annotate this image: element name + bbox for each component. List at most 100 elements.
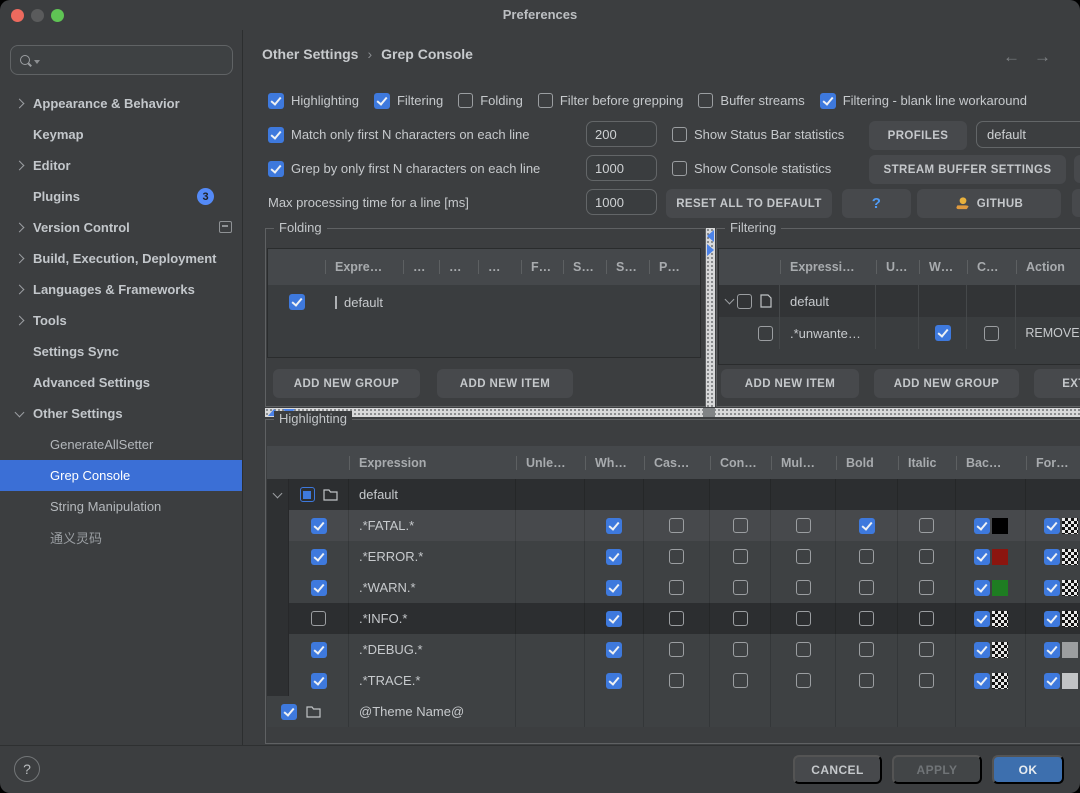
checkbox-buffer-streams[interactable]: Buffer streams <box>698 87 804 114</box>
checkbox-icon[interactable] <box>733 580 748 595</box>
checkbox-folding[interactable]: Folding <box>458 87 523 114</box>
sidebar-item-build-execution-deployment[interactable]: Build, Execution, Deployment <box>0 243 242 274</box>
background-color-swatch[interactable] <box>992 549 1008 565</box>
checkbox-icon[interactable] <box>919 611 934 626</box>
checkbox-filtering-blank-line-workaround[interactable]: Filtering - blank line workaround <box>820 87 1027 114</box>
checkbox-icon[interactable] <box>919 580 934 595</box>
max-processing-time-input[interactable]: 1000 <box>586 189 657 215</box>
sidebar-item-generateallsetter[interactable]: GenerateAllSetter <box>0 429 242 460</box>
checkbox-icon[interactable] <box>606 673 622 689</box>
checkbox-icon[interactable] <box>1044 549 1060 565</box>
checkbox-icon[interactable] <box>1044 611 1060 627</box>
checkbox-icon[interactable] <box>1044 518 1060 534</box>
breadcrumb-section[interactable]: Other Settings <box>262 46 358 62</box>
collapse-left-icon[interactable] <box>707 230 714 242</box>
add-new-item-button[interactable]: ADD NEW ITEM <box>437 369 573 398</box>
checkbox-icon[interactable] <box>859 611 874 626</box>
checkbox-icon[interactable] <box>669 642 684 657</box>
checkbox-icon[interactable] <box>859 580 874 595</box>
sidebar-item-editor[interactable]: Editor <box>0 150 242 181</box>
background-color-swatch[interactable] <box>992 611 1008 627</box>
checkbox-icon[interactable] <box>281 704 297 720</box>
checkbox-icon[interactable] <box>669 580 684 595</box>
table-row-group-theme[interactable]: @Theme Name@ <box>267 696 1080 727</box>
foreground-color-swatch[interactable] <box>1062 611 1078 627</box>
checkbox-icon[interactable] <box>820 93 836 109</box>
checkbox-icon[interactable] <box>733 673 748 688</box>
checkbox-icon[interactable] <box>289 294 305 310</box>
foreground-color-swatch[interactable] <box>1062 549 1078 565</box>
reset-all-to-default-button[interactable]: RESET ALL TO DEFAULT <box>666 189 832 218</box>
chevron-right-icon[interactable] <box>15 254 25 264</box>
checkbox-icon[interactable] <box>458 93 473 108</box>
checkbox-icon[interactable] <box>672 127 687 142</box>
action-select[interactable]: REMOVE <box>1016 317 1080 349</box>
checkbox-match-first-n[interactable]: Match only first N characters on each li… <box>268 121 529 148</box>
checkbox-icon[interactable] <box>606 518 622 534</box>
checkbox-icon[interactable] <box>859 518 875 534</box>
checkbox-icon[interactable] <box>974 549 990 565</box>
match-first-n-input[interactable]: 200 <box>586 121 657 147</box>
checkbox-icon[interactable] <box>796 642 811 657</box>
add-new-group-button[interactable]: ADD NEW GROUP <box>874 369 1019 398</box>
stream-buffer-settings-button[interactable]: STREAM BUFFER SETTINGS <box>869 155 1066 184</box>
checkbox-icon[interactable] <box>1044 580 1060 596</box>
sidebar-item-advanced-settings[interactable]: Advanced Settings <box>0 367 242 398</box>
help-button[interactable]: ? <box>14 756 40 782</box>
profile-select[interactable]: default <box>976 121 1080 148</box>
grep-first-n-input[interactable]: 1000 <box>586 155 657 181</box>
chevron-down-icon[interactable] <box>725 295 735 305</box>
checkbox-icon[interactable] <box>669 518 684 533</box>
horizontal-splitter[interactable] <box>265 408 1080 417</box>
checkbox-icon[interactable] <box>974 673 990 689</box>
checkbox-icon[interactable] <box>669 549 684 564</box>
checkbox-icon[interactable] <box>758 326 773 341</box>
table-row[interactable]: .*FATAL.* <box>267 510 1080 541</box>
checkbox-icon[interactable] <box>974 642 990 658</box>
cancel-button[interactable]: CANCEL <box>793 755 882 784</box>
checkbox-icon[interactable] <box>311 611 326 626</box>
checkbox-filter-before-grepping[interactable]: Filter before grepping <box>538 87 684 114</box>
sidebar-item-keymap[interactable]: Keymap <box>0 119 242 150</box>
checkbox-icon[interactable] <box>672 161 687 176</box>
background-color-swatch[interactable] <box>992 580 1008 596</box>
truncated-button[interactable] <box>1074 155 1080 183</box>
checkbox-icon[interactable] <box>268 161 284 177</box>
checkbox-icon[interactable] <box>733 518 748 533</box>
checkbox-icon[interactable] <box>311 580 327 596</box>
checkbox-icon[interactable] <box>606 549 622 565</box>
foreground-color-swatch[interactable] <box>1062 642 1078 658</box>
extension-button[interactable]: EXT <box>1034 369 1080 398</box>
table-row-group-default[interactable]: default <box>267 479 1080 510</box>
checkbox-highlighting[interactable]: Highlighting <box>268 87 359 114</box>
checkbox-icon[interactable] <box>919 549 934 564</box>
sidebar-item-tools[interactable]: Tools <box>0 305 242 336</box>
checkbox-icon[interactable] <box>733 611 748 626</box>
foreground-color-swatch[interactable] <box>1062 673 1078 689</box>
chevron-right-icon[interactable] <box>15 285 25 295</box>
search-input[interactable] <box>10 45 233 75</box>
truncated-button[interactable] <box>1072 189 1080 217</box>
checkbox-icon[interactable] <box>974 580 990 596</box>
checkbox-icon[interactable] <box>733 642 748 657</box>
sidebar-item-string-manipulation[interactable]: String Manipulation <box>0 491 242 522</box>
sidebar-item-settings-sync[interactable]: Settings Sync <box>0 336 242 367</box>
checkbox-icon[interactable] <box>538 93 553 108</box>
sidebar-item-other-settings[interactable]: Other Settings <box>0 398 242 429</box>
foreground-color-swatch[interactable] <box>1062 580 1078 596</box>
table-row[interactable]: .*DEBUG.* <box>267 634 1080 665</box>
ok-button[interactable]: OK <box>992 755 1064 784</box>
chevron-down-icon[interactable] <box>15 407 25 417</box>
checkbox-filtering[interactable]: Filtering <box>374 87 443 114</box>
checkbox-icon[interactable] <box>796 611 811 626</box>
checkbox-icon[interactable] <box>1044 642 1060 658</box>
background-color-swatch[interactable] <box>992 518 1008 534</box>
sidebar-item-plugins[interactable]: Plugins 3 <box>0 181 242 212</box>
checkbox-icon[interactable] <box>974 518 990 534</box>
github-button[interactable]: GITHUB <box>917 189 1061 218</box>
collapse-right-icon[interactable] <box>707 244 714 256</box>
checkbox-icon[interactable] <box>919 673 934 688</box>
sidebar-item-grep-console[interactable]: Grep Console <box>0 460 242 491</box>
checkbox-icon[interactable] <box>606 611 622 627</box>
checkbox-icon[interactable] <box>919 642 934 657</box>
